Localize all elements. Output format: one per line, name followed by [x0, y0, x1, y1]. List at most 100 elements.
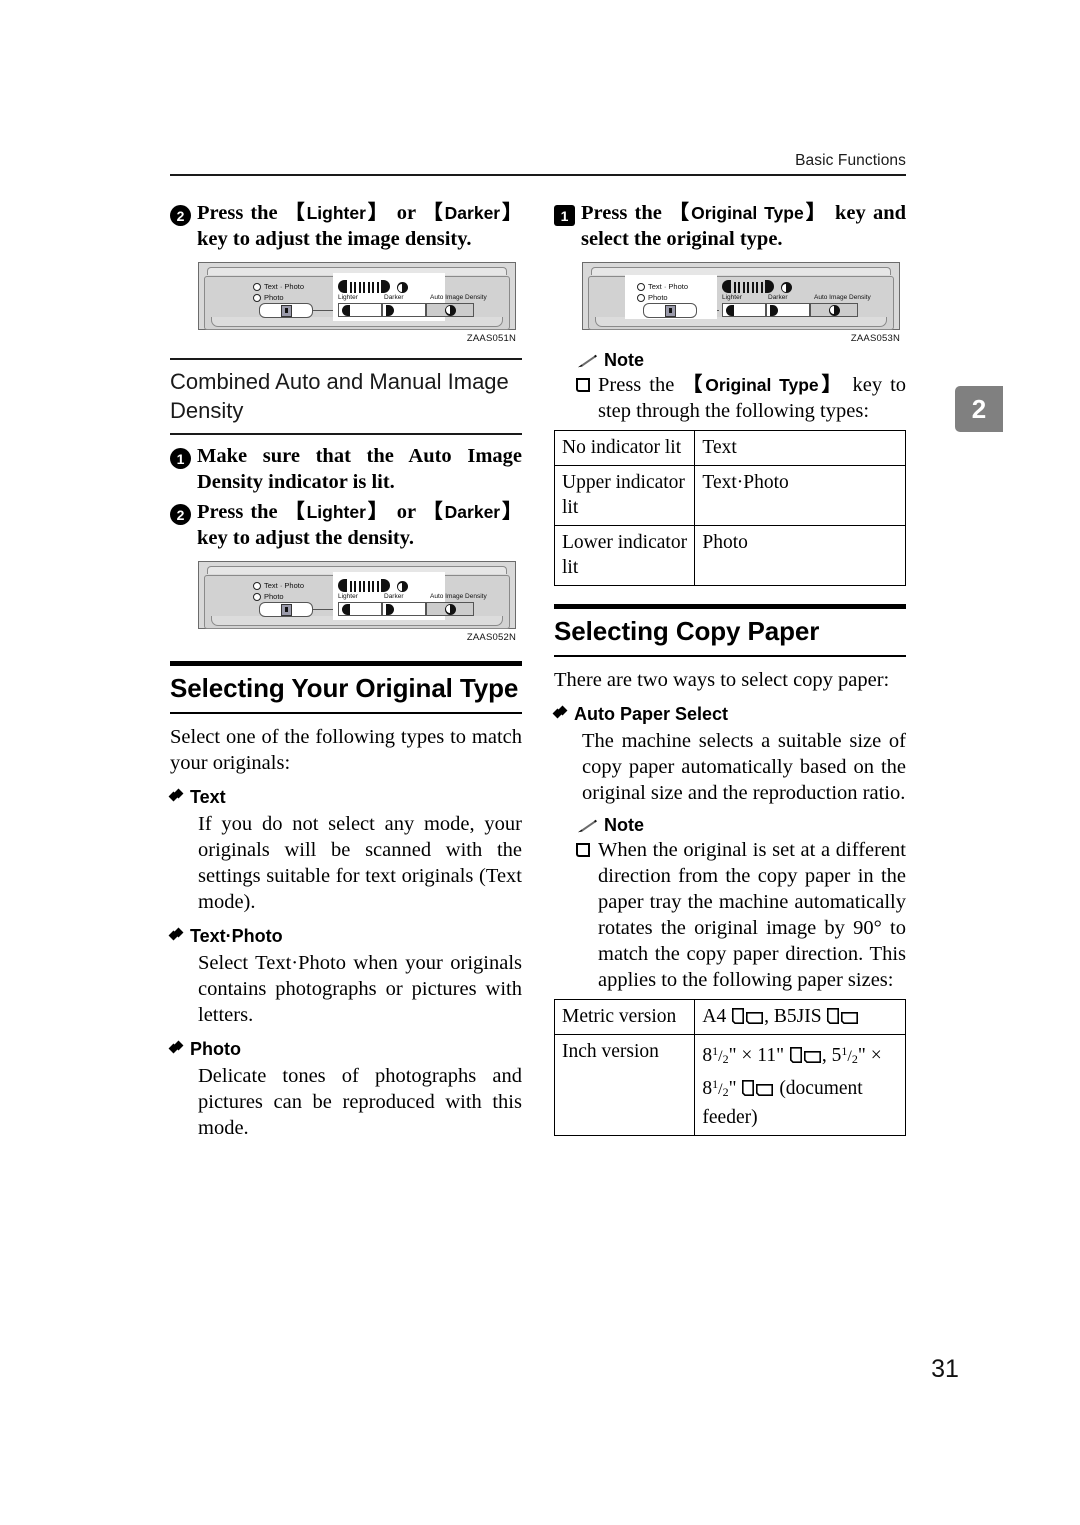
- indicator-photo-label: Photo: [264, 592, 284, 601]
- lighter-icon: [726, 304, 734, 316]
- figure-id: ZAAS053N: [850, 333, 900, 344]
- indicator-photo-label: Photo: [264, 293, 284, 302]
- fraction: 1/2: [712, 1077, 729, 1099]
- label-lighter: Lighter: [338, 593, 358, 600]
- original-type-key-icon: [664, 304, 676, 317]
- table-row: Upper indicator lit Text·Photo: [553, 465, 906, 526]
- intro-paragraph: There are two ways to select copy paper:: [554, 669, 890, 691]
- running-header: Basic Functions: [170, 152, 906, 176]
- bullet-text: Text If you do not select any mode, your…: [170, 785, 522, 915]
- header-rule: [170, 174, 906, 176]
- indicator-photo-icon: [253, 593, 261, 601]
- lighter-button[interactable]: [338, 602, 382, 616]
- density-buttons: [338, 602, 474, 616]
- bullet-auto-paper-select: Auto Paper Select The machine selects a …: [554, 702, 906, 806]
- note-label: Note: [604, 350, 644, 370]
- scale-lighter-icon: [722, 280, 731, 293]
- scale-lighter-icon: [338, 579, 347, 592]
- auto-image-density-button[interactable]: [426, 602, 474, 616]
- step-press-lighter-darker-density: 2 Press the 【Lighter】 or 【Darker】 key to…: [170, 200, 522, 252]
- indicator-photo-label: Photo: [648, 293, 668, 302]
- control-panel-body: Text · Photo Photo Lighter Darker Auto I…: [198, 561, 516, 629]
- step-ensure-auto-density-lit: 1 Make sure that the Auto Image Density …: [170, 443, 522, 495]
- paper-landscape-icon: [803, 1051, 821, 1063]
- step-badge: 1: [554, 205, 575, 226]
- key-darker: 【Darker】: [422, 501, 523, 523]
- density-scale: [338, 279, 408, 293]
- diamond-bullet-icon: [554, 707, 567, 720]
- scale-darker-icon: [381, 280, 390, 293]
- density-scale: [722, 279, 792, 293]
- original-type-key[interactable]: [259, 602, 313, 617]
- darker-button[interactable]: [382, 303, 426, 317]
- label-lighter: Lighter: [338, 294, 358, 301]
- original-type-key[interactable]: [643, 303, 697, 318]
- indicator-textphoto-label: Text · Photo: [648, 282, 689, 291]
- step-text: Make sure that the Auto Image Density in…: [197, 445, 522, 493]
- table-cell-sizes: A4 , B5JIS: [694, 999, 906, 1035]
- key-lighter: 【Lighter】: [284, 202, 390, 224]
- paper-portrait-icon: [732, 1008, 745, 1024]
- table-row: Metric version A4 , B5JIS: [553, 999, 906, 1035]
- subheading-block: Combined Auto and Manual Image Density: [170, 358, 522, 435]
- bullet-text-photo: Text·Photo Select Text·Photo when your o…: [170, 924, 522, 1028]
- darker-button[interactable]: [766, 303, 810, 317]
- original-type-indicators: Text · Photo Photo: [253, 282, 304, 304]
- scale-darker-icon: [765, 280, 774, 293]
- right-column: 1 Press the 【Original Type】 key and sele…: [553, 200, 907, 1144]
- auto-image-density-button[interactable]: [426, 303, 474, 317]
- indicator-photo-icon: [637, 294, 645, 302]
- lighter-icon: [342, 603, 350, 615]
- table-row: Lower indicator lit Photo: [553, 525, 906, 586]
- darker-button[interactable]: [382, 602, 426, 616]
- panel-face: Text · Photo Photo Lighter Darker Auto I…: [204, 572, 510, 629]
- table-cell-type: Text: [694, 430, 906, 466]
- diamond-bullet-icon: [170, 1042, 183, 1055]
- section-heading: Selecting Copy Paper: [554, 616, 820, 646]
- paper-sizes-table: Metric version A4 , B5JIS Inch version 8…: [553, 999, 906, 1136]
- paper-portrait-icon: [789, 1047, 802, 1063]
- indicator-textphoto-icon: [637, 283, 645, 291]
- diamond-bullet-icon: [170, 790, 183, 803]
- step-badge: 1: [170, 448, 191, 469]
- lighter-icon: [342, 304, 350, 316]
- scale-lighter-icon: [338, 280, 347, 293]
- table-cell-sizes: 81/2" × 11" , 51/2" × 81/2" (document fe…: [694, 1034, 906, 1136]
- lighter-button[interactable]: [338, 303, 382, 317]
- original-type-key[interactable]: [259, 303, 313, 318]
- control-panel-body: Text · Photo Photo Lighter Darker Auto I…: [198, 262, 516, 330]
- auto-density-icon: [828, 304, 840, 316]
- control-panel-figure-3: Text · Photo Photo Lighter Darker Auto I…: [582, 262, 900, 344]
- note-text: When the original is set at a different …: [598, 839, 906, 991]
- pencil-icon: [578, 354, 597, 367]
- fraction: 1/2: [841, 1044, 858, 1066]
- lighter-button[interactable]: [722, 303, 766, 317]
- indicator-textphoto-label: Text · Photo: [264, 581, 305, 590]
- bullet-body: If you do not select any mode, your orig…: [198, 813, 522, 913]
- note-text: Press the 【Original Type】 key to step th…: [598, 374, 907, 422]
- auto-image-density-icon: [396, 581, 408, 592]
- section-heading-block-original-type: Selecting Your Original Type: [170, 661, 522, 714]
- step-text-c: key to adjust the image density.: [197, 228, 472, 250]
- panel-face: Text · Photo Photo Lighter Darker Auto I…: [204, 273, 510, 330]
- left-column: 2 Press the 【Lighter】 or 【Darker】 key to…: [170, 200, 522, 1150]
- note-bullet-icon: [576, 378, 590, 392]
- scale-darker-icon: [381, 579, 390, 592]
- step-text-a: Press the: [197, 202, 285, 224]
- density-buttons: [722, 303, 858, 317]
- scale-labels: Lighter Darker Auto Image Density: [338, 294, 488, 301]
- note-block-paper-rotation: Note When the original is set at a diffe…: [554, 815, 906, 993]
- paper-portrait-icon: [827, 1008, 840, 1024]
- bullet-title: Photo: [190, 1039, 241, 1059]
- darker-icon: [386, 603, 394, 615]
- panel-lip: [591, 267, 891, 275]
- original-type-indicators: Text · Photo Photo: [637, 282, 688, 304]
- label-darker: Darker: [768, 294, 788, 301]
- table-cell-indicator: Lower indicator lit: [553, 525, 696, 586]
- auto-image-density-button[interactable]: [810, 303, 858, 317]
- step-press-original-type-key: 1 Press the 【Original Type】 key and sele…: [554, 200, 906, 252]
- note-bullet-icon: [576, 843, 590, 857]
- key-original-type: 【Original Type】: [669, 202, 828, 224]
- auto-image-density-icon: [396, 282, 408, 293]
- subheading: Combined Auto and Manual Image Density: [170, 369, 509, 423]
